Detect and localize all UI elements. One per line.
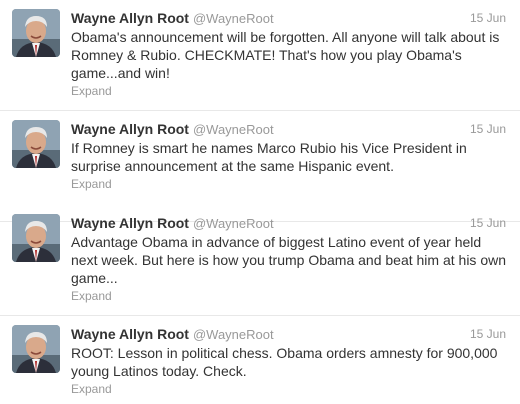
avatar-portrait-icon xyxy=(12,214,60,262)
author-name[interactable]: Wayne Allyn Root xyxy=(71,326,189,342)
author-handle[interactable]: @WayneRoot xyxy=(193,327,274,342)
avatar-portrait-icon xyxy=(12,9,60,57)
tweet-timeline: Wayne Allyn Root @WayneRoot 15 Jun Obama'… xyxy=(0,0,520,404)
tweet-header: Wayne Allyn Root @WayneRoot 15 Jun xyxy=(71,8,513,28)
tweet-header: Wayne Allyn Root @WayneRoot 15 Jun xyxy=(71,324,513,344)
author-handle[interactable]: @WayneRoot xyxy=(193,11,274,26)
avatar[interactable] xyxy=(12,9,60,57)
tweet-text: If Romney is smart he names Marco Rubio … xyxy=(71,140,467,174)
expand-link[interactable]: Expand xyxy=(71,381,112,397)
tweet-header: Wayne Allyn Root @WayneRoot 15 Jun xyxy=(71,119,513,139)
tweet-item[interactable]: Wayne Allyn Root @WayneRoot 15 Jun ROOT: … xyxy=(0,316,520,404)
avatar[interactable] xyxy=(12,120,60,168)
tweet-text: Advantage Obama in advance of biggest La… xyxy=(71,234,507,286)
tweet-timestamp[interactable]: 15 Jun xyxy=(470,324,506,344)
tweet-timestamp[interactable]: 15 Jun xyxy=(470,213,506,233)
tweet-item[interactable]: Wayne Allyn Root @WayneRoot 15 Jun Obama'… xyxy=(0,0,520,111)
avatar-portrait-icon xyxy=(12,120,60,168)
tweet-timestamp[interactable]: 15 Jun xyxy=(470,8,506,28)
tweet-text: Obama's announcement will be forgotten. … xyxy=(71,29,500,81)
tweet-timestamp[interactable]: 15 Jun xyxy=(470,119,506,139)
tweet-item[interactable]: Wayne Allyn Root @WayneRoot 15 Jun Advant… xyxy=(0,205,520,316)
avatar[interactable] xyxy=(12,214,60,262)
author-name[interactable]: Wayne Allyn Root xyxy=(71,121,189,137)
author-name[interactable]: Wayne Allyn Root xyxy=(71,215,189,231)
tweet-text: ROOT: Lesson in political chess. Obama o… xyxy=(71,345,498,379)
author-handle[interactable]: @WayneRoot xyxy=(193,122,274,137)
tweet-header: Wayne Allyn Root @WayneRoot 15 Jun xyxy=(71,213,513,233)
avatar[interactable] xyxy=(12,325,60,373)
expand-link[interactable]: Expand xyxy=(71,83,112,99)
avatar-portrait-icon xyxy=(12,325,60,373)
author-name[interactable]: Wayne Allyn Root xyxy=(71,10,189,26)
author-handle[interactable]: @WayneRoot xyxy=(193,216,274,231)
expand-link[interactable]: Expand xyxy=(71,176,112,192)
expand-link[interactable]: Expand xyxy=(71,288,112,304)
